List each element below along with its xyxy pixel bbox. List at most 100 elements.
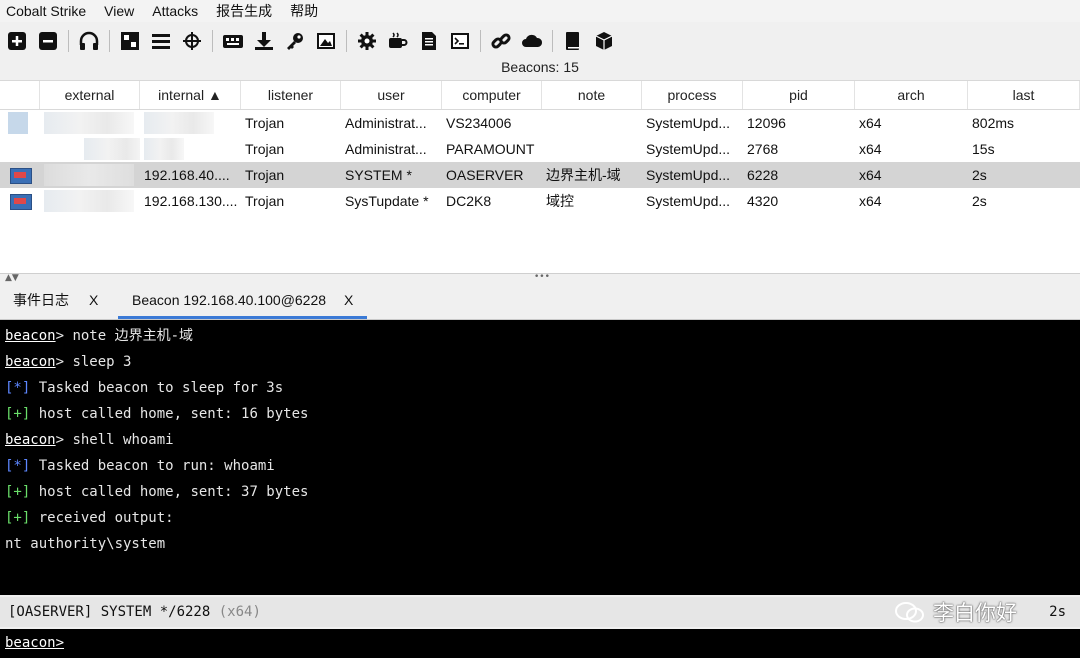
command-input[interactable]: beacon> bbox=[0, 629, 1080, 658]
beacons-table: external internal ▲ listener user comput… bbox=[0, 80, 1080, 274]
document-icon[interactable] bbox=[418, 30, 440, 52]
gear-icon[interactable] bbox=[356, 30, 378, 52]
link-icon[interactable] bbox=[490, 30, 512, 52]
arch-cell: x64 bbox=[859, 141, 882, 157]
console-line: beacon> shell whoami bbox=[5, 430, 174, 450]
beacon-icon bbox=[0, 136, 40, 162]
keyboard-icon[interactable] bbox=[222, 30, 244, 52]
menu-item[interactable]: Attacks bbox=[143, 3, 207, 19]
close-icon[interactable]: X bbox=[89, 292, 98, 308]
beacon-icon bbox=[0, 110, 40, 136]
drag-handle-icon[interactable]: ••• bbox=[534, 272, 550, 282]
tab-bar: 事件日志 X Beacon 192.168.40.100@6228 X bbox=[0, 287, 1080, 320]
beacon-console[interactable]: beacon> note 边界主机-域 beacon> sleep 3 [*] Ta… bbox=[0, 320, 1080, 595]
tab-event-log[interactable]: 事件日志 X bbox=[13, 287, 98, 319]
note-cell: 边界主机-域 bbox=[546, 167, 621, 183]
console-tag: [+] bbox=[5, 510, 31, 526]
console-line: nt authority\system bbox=[5, 534, 165, 554]
column-header-internal[interactable]: internal ▲ bbox=[140, 81, 241, 109]
tab-beacon[interactable]: Beacon 192.168.40.100@6228 X bbox=[118, 287, 368, 319]
column-header-pid[interactable]: pid bbox=[743, 81, 855, 109]
beacons-count: Beacons: 15 bbox=[501, 59, 579, 75]
column-header-icon[interactable] bbox=[0, 81, 40, 109]
cube-icon[interactable] bbox=[593, 30, 615, 52]
book-icon[interactable] bbox=[562, 30, 584, 52]
process-cell: SystemUpd... bbox=[646, 115, 731, 131]
console-tag: [+] bbox=[5, 406, 31, 422]
close-icon[interactable]: X bbox=[344, 292, 353, 308]
column-header-listener[interactable]: listener bbox=[241, 81, 341, 109]
toolbar-separator bbox=[480, 30, 481, 52]
last-cell: 2s bbox=[972, 167, 987, 183]
image-icon[interactable] bbox=[315, 30, 337, 52]
toolbar-separator bbox=[552, 30, 553, 52]
collapse-arrows-icon[interactable]: ▲▼ bbox=[5, 273, 19, 283]
target-grid-icon[interactable] bbox=[119, 30, 141, 52]
arch-cell: x64 bbox=[859, 167, 882, 183]
monitor-icon bbox=[0, 162, 40, 188]
console-tag: [*] bbox=[5, 380, 31, 396]
arch-cell: x64 bbox=[859, 193, 882, 209]
list-icon[interactable] bbox=[150, 30, 172, 52]
column-header-note[interactable]: note bbox=[542, 81, 642, 109]
headphones-icon[interactable] bbox=[78, 30, 100, 52]
prompt-caret: > bbox=[55, 328, 73, 344]
console-line: [+] host called home, sent: 16 bytes bbox=[5, 404, 308, 424]
table-row[interactable]: Trojan Administrat... VS234006 SystemUpd… bbox=[0, 110, 1080, 136]
monitor-icon bbox=[0, 188, 40, 214]
table-row-selected[interactable]: 192.168.40.... Trojan SYSTEM * OASERVER … bbox=[0, 162, 1080, 188]
split-pane-divider[interactable]: ▲▼ ••• bbox=[0, 272, 1080, 287]
column-header-arch[interactable]: arch bbox=[855, 81, 968, 109]
console-line: [+] received output: bbox=[5, 508, 174, 528]
last-cell: 802ms bbox=[972, 115, 1015, 131]
console-text: shell whoami bbox=[72, 432, 174, 448]
column-header-user[interactable]: user bbox=[341, 81, 442, 109]
computer-cell: DC2K8 bbox=[446, 193, 492, 209]
column-header-last[interactable]: last bbox=[968, 81, 1080, 109]
toolbar bbox=[0, 24, 1080, 58]
download-icon[interactable] bbox=[253, 30, 275, 52]
user-cell: SysTupdate * bbox=[345, 193, 429, 209]
user-cell: SYSTEM * bbox=[345, 167, 412, 183]
console-line: [*] Tasked beacon to run: whoami bbox=[5, 456, 275, 476]
coffee-icon[interactable] bbox=[387, 30, 409, 52]
console-prompt: beacon bbox=[5, 328, 56, 344]
terminal-icon[interactable] bbox=[449, 30, 471, 52]
user-cell: Administrat... bbox=[345, 141, 427, 157]
console-text: host called home, sent: 37 bytes bbox=[38, 484, 309, 500]
table-row[interactable]: Trojan Administrat... PARAMOUNT SystemUp… bbox=[0, 136, 1080, 162]
column-header-computer[interactable]: computer bbox=[442, 81, 542, 109]
tab-label: 事件日志 bbox=[13, 292, 69, 308]
console-text: host called home, sent: 16 bytes bbox=[38, 406, 309, 422]
console-text: nt authority\system bbox=[5, 536, 166, 552]
status-arch: (x64) bbox=[218, 604, 261, 620]
note-cell bbox=[542, 136, 642, 162]
pid-cell: 6228 bbox=[747, 167, 779, 183]
crosshair-icon[interactable] bbox=[181, 30, 203, 52]
console-line: beacon> note 边界主机-域 bbox=[5, 326, 193, 346]
internal-cell: 192.168.130.... bbox=[144, 193, 238, 209]
plus-icon[interactable] bbox=[6, 30, 28, 52]
listener-cell: Trojan bbox=[245, 141, 285, 157]
key-icon[interactable] bbox=[284, 30, 306, 52]
cloud-icon[interactable] bbox=[521, 30, 543, 52]
console-text: note 边界主机-域 bbox=[72, 328, 194, 344]
computer-cell: VS234006 bbox=[446, 115, 512, 131]
listener-cell: Trojan bbox=[245, 167, 285, 183]
menu-item[interactable]: View bbox=[95, 3, 143, 19]
process-cell: SystemUpd... bbox=[646, 141, 731, 157]
menu-item[interactable]: Cobalt Strike bbox=[0, 3, 95, 19]
column-header-external[interactable]: external bbox=[40, 81, 140, 109]
toolbar-separator bbox=[346, 30, 347, 52]
console-tag: [+] bbox=[5, 484, 31, 500]
prompt-caret: > bbox=[55, 354, 73, 370]
console-line: beacon> sleep 3 bbox=[5, 352, 131, 372]
console-prompt: beacon bbox=[5, 432, 56, 448]
minus-icon[interactable] bbox=[37, 30, 59, 52]
table-row[interactable]: 192.168.130.... Trojan SysTupdate * DC2K… bbox=[0, 188, 1080, 214]
menu-item[interactable]: 帮助 bbox=[281, 1, 327, 21]
external-cell-redacted bbox=[40, 136, 140, 162]
menu-item[interactable]: 报告生成 bbox=[207, 1, 281, 21]
column-header-process[interactable]: process bbox=[642, 81, 743, 109]
table-header: external internal ▲ listener user comput… bbox=[0, 81, 1080, 110]
